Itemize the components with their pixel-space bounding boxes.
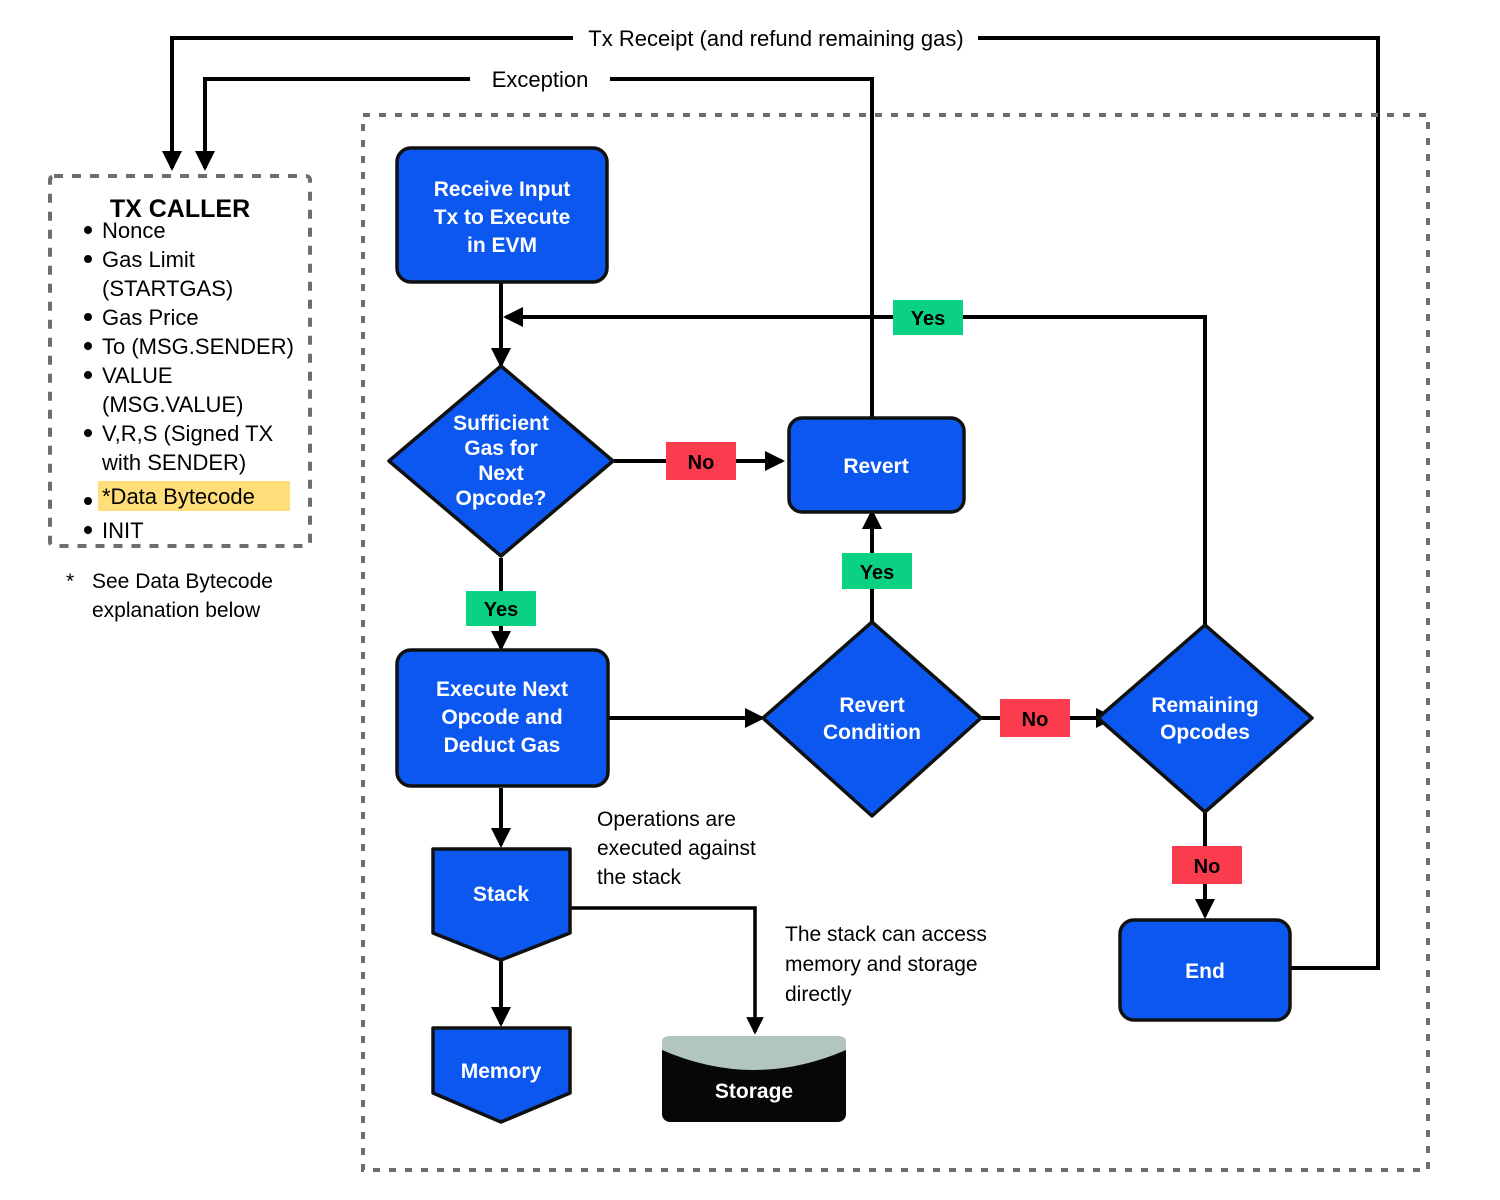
footnote-line-1: See Data Bytecode [92,570,273,593]
node-remaining-opcodes-shape [1096,623,1314,814]
annotation-stack-note-line3: the stack [597,866,682,889]
tx-caller-item-data-bytecode: *Data Bytecode [102,484,255,509]
footnote-marker: * [66,570,74,593]
node-storage[interactable]: Storage [662,1036,846,1122]
annotation-storage-note-line1: The stack can access [785,923,987,946]
edge-chip-remaining-opcodes-no: No [1172,846,1242,884]
node-sufficient-gas-line4: Opcode? [455,487,546,510]
node-execute-opcode-line2: Opcode and [441,706,562,729]
edge-chip-revert-condition-yes-label: Yes [860,562,894,584]
node-receive-input-tx[interactable]: Receive Input Tx to Execute in EVM [395,146,609,284]
node-execute-opcode-line3: Deduct Gas [444,734,561,757]
annotation-stack-note-line1: Operations are [597,808,736,831]
tx-caller-item-value: VALUE [102,363,173,388]
node-stack-label: Stack [473,883,529,906]
node-revert-condition-line2: Condition [823,721,921,744]
edge-label-tx-receipt: Tx Receipt (and refund remaining gas) [588,26,963,51]
node-remaining-opcodes-line1: Remaining [1151,694,1258,717]
edge-chip-revert-condition-yes: Yes [842,553,912,589]
list-bullet [84,429,92,437]
node-stack[interactable]: Stack [431,847,572,962]
annotation-storage-note-line3: directly [785,983,852,1006]
annotation-storage-note-line2: memory and storage [785,953,978,976]
edge-label-exception: Exception [492,67,589,92]
edge-chip-revert-condition-no: No [1000,699,1070,737]
node-sufficient-gas-shape [387,364,615,558]
edge-chip-remaining-opcodes-no-label: No [1194,856,1221,878]
footnote-line-2: explanation below [92,599,261,622]
tx-caller-item-nonce: Nonce [102,218,166,243]
edge-chip-revert-condition-no-label: No [1022,709,1049,731]
node-sufficient-gas-decision[interactable]: Sufficient Gas for Next Opcode? [387,364,615,558]
node-sufficient-gas-line2: Gas for [464,437,538,460]
edge-chip-remaining-opcodes-yes-label: Yes [911,308,945,330]
tx-caller-item-init: INIT [102,518,144,543]
annotation-stack-note-line2: executed against [597,837,756,860]
node-revert-label: Revert [843,455,908,478]
node-end-label: End [1185,960,1225,983]
tx-caller-item-to: To (MSG.SENDER) [102,334,294,359]
tx-caller-footnote: * See Data Bytecode explanation below [66,570,273,622]
node-remaining-opcodes-line2: Opcodes [1160,721,1250,744]
edge-chip-remaining-opcodes-yes: Yes [893,300,963,335]
node-remaining-opcodes-decision[interactable]: Remaining Opcodes [1096,623,1314,814]
node-end[interactable]: End [1118,918,1292,1022]
node-sufficient-gas-line3: Next [478,462,524,485]
node-sufficient-gas-line1: Sufficient [453,412,549,435]
edge-stack-to-storage [570,906,764,1035]
list-bullet [84,526,92,534]
tx-caller-item-gas-limit-cont: (STARTGAS) [102,276,233,301]
tx-caller-item-value-cont: (MSG.VALUE) [102,392,243,417]
node-execute-opcode-line1: Execute Next [436,678,568,701]
edge-chip-gas-yes: Yes [466,591,536,626]
list-bullet [84,342,92,350]
flowchart-canvas: Tx Receipt (and refund remaining gas) Ex… [48,26,1430,1172]
list-bullet [84,226,92,234]
list-bullet [84,371,92,379]
tx-caller-item-vrs-cont: with SENDER) [101,450,246,475]
edge-chip-gas-no: No [666,442,736,480]
annotation-storage-note: The stack can access memory and storage … [785,923,987,1006]
node-revert[interactable]: Revert [787,416,966,514]
tx-caller-item-vrs: V,R,S (Signed TX [102,421,274,446]
annotation-stack-note: Operations are executed against the stac… [597,808,756,889]
edge-chip-gas-yes-label: Yes [484,599,518,621]
list-bullet [84,497,92,505]
node-storage-label: Storage [715,1080,793,1103]
node-receive-input-tx-line2: Tx to Execute [434,206,571,229]
node-revert-condition-shape [761,620,983,818]
list-bullet [84,313,92,321]
node-receive-input-tx-line3: in EVM [467,234,537,257]
edge-chip-gas-no-label: No [688,452,715,474]
node-revert-condition-line1: Revert [839,694,904,717]
list-bullet [84,255,92,263]
node-memory-label: Memory [461,1060,542,1083]
node-receive-input-tx-line1: Receive Input [434,178,571,201]
node-execute-opcode[interactable]: Execute Next Opcode and Deduct Gas [395,648,610,788]
tx-caller-item-gas-limit: Gas Limit [102,247,195,272]
node-revert-condition-decision[interactable]: Revert Condition [761,620,983,818]
tx-caller-item-gas-price: Gas Price [102,305,199,330]
node-memory[interactable]: Memory [431,1026,572,1124]
edge-tx-receipt [162,36,1380,970]
